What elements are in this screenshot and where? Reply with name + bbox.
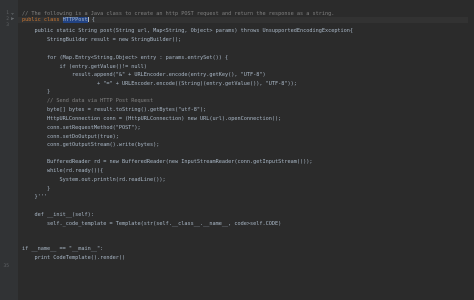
code-line: BufferedReader rd = new BufferedReader(n… bbox=[22, 159, 313, 165]
code-line: + "=" + URLEncoder.encode((String)(entry… bbox=[22, 81, 297, 87]
code-line: for (Map.Entry<String,Object> entry : pa… bbox=[22, 55, 229, 61]
code-line: System.out.println(rd.readLine()); bbox=[22, 177, 166, 183]
code-line: conn.setRequestMethod("POST"); bbox=[22, 125, 141, 131]
code-line: conn.setDoOutput(true); bbox=[22, 134, 119, 140]
code-line: result.append("&" + URLEncoder.encode(en… bbox=[22, 72, 266, 78]
code-line: self._code_template = Template(str(self.… bbox=[22, 221, 282, 227]
code-line: def __init__(self): bbox=[22, 212, 94, 218]
brace: { bbox=[88, 17, 95, 23]
code-line: byte[] bytes = result.toString().getByte… bbox=[22, 107, 207, 113]
code-line: public static String post(String url, Ma… bbox=[22, 28, 354, 34]
code-line-class-declaration: public class HTTPPost { bbox=[22, 17, 95, 23]
code-editor[interactable]: 1 2 3 35 ⌄ ⊳ // The following is a Java … bbox=[0, 0, 474, 300]
code-line: while(rd.ready()){ bbox=[22, 168, 104, 174]
code-line: if (entry.getValue()!= null) bbox=[22, 64, 147, 70]
code-line-comment: // Send data via HTTP Post Request bbox=[22, 98, 154, 104]
selected-class-name: HTTPPost bbox=[62, 17, 88, 23]
code-line: conn.getOutputStream().write(bytes); bbox=[22, 142, 160, 148]
code-line: StringBuilder result = new StringBuilder… bbox=[22, 37, 182, 43]
code-line: HttpURLConnection conn = (HttpURLConnect… bbox=[22, 116, 282, 122]
code-line: } bbox=[22, 186, 51, 192]
code-line: }''' bbox=[22, 194, 47, 200]
keyword-public-class: public class bbox=[22, 17, 63, 23]
code-line: print CodeTemplate().render() bbox=[22, 255, 126, 261]
code-line: } bbox=[22, 89, 51, 95]
code-area[interactable]: // The following is a Java class to crea… bbox=[0, 0, 474, 300]
vertical-scrollbar[interactable] bbox=[468, 0, 474, 300]
code-line: if __name__ == "__main__": bbox=[22, 246, 104, 252]
